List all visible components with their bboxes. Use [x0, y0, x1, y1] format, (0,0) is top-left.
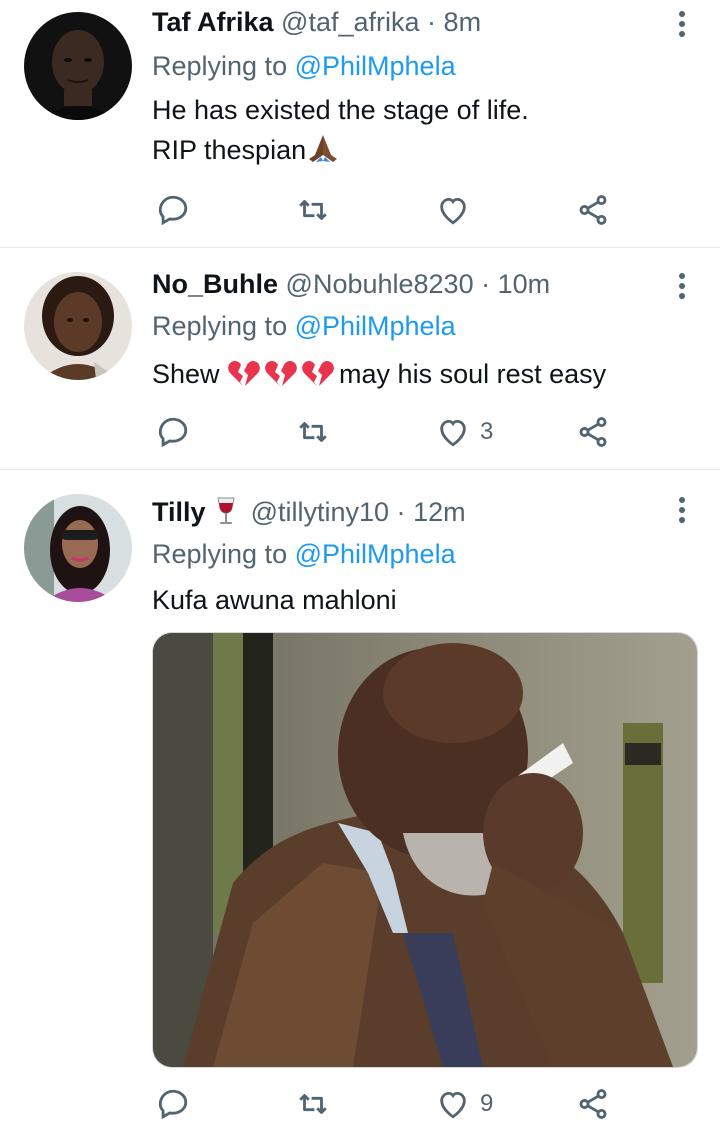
tweet-actions [152, 190, 622, 230]
reply-button[interactable] [156, 412, 190, 452]
reply-button[interactable] [156, 190, 190, 230]
replying-to: Replying to @PhilMphela [152, 50, 456, 82]
more-vertical-icon[interactable] [678, 10, 686, 38]
separator: · [481, 269, 491, 299]
tweet-text: Kufa awuna mahloni [152, 585, 397, 615]
share-button[interactable] [576, 190, 610, 230]
tweet-text: He has existed the stage of life. RIP th… [152, 90, 529, 170]
replying-prefix: Replying to [152, 539, 295, 569]
folded-hands-emoji [309, 135, 338, 162]
like-button[interactable]: 3 [436, 412, 493, 452]
tweet-text-line: RIP thespian [152, 130, 529, 170]
retweet-button[interactable] [296, 190, 330, 230]
retweet-button[interactable] [296, 1084, 330, 1124]
more-vertical-icon[interactable] [678, 272, 686, 300]
display-name[interactable]: Tilly [152, 497, 206, 527]
like-button[interactable] [436, 190, 480, 230]
like-icon [440, 419, 466, 447]
user-handle[interactable]: @tillytiny10 [251, 497, 389, 527]
replying-to: Replying to @PhilMphela [152, 538, 456, 570]
tweet-header: No_Buhle @Nobuhle8230 · 10m [152, 268, 550, 300]
separator: · [396, 497, 406, 527]
share-button[interactable] [576, 1084, 610, 1124]
reply-icon [158, 417, 188, 448]
reply-button[interactable] [156, 1084, 190, 1124]
replying-prefix: Replying to [152, 51, 295, 81]
tweet-header: Taf Afrika @taf_afrika · 8m [152, 6, 481, 38]
retweet-icon [299, 200, 327, 220]
replying-to-mention[interactable]: @PhilMphela [295, 311, 456, 341]
user-handle[interactable]: @taf_afrika [281, 7, 419, 37]
tweet-actions: 3 [152, 412, 622, 452]
tweet-text: Shew may his soul rest easy [152, 354, 606, 394]
separator: · [427, 7, 437, 37]
tweet-text-prefix: Shew [152, 359, 228, 389]
share-button[interactable] [576, 412, 610, 452]
tweet-1[interactable]: Taf Afrika @taf_afrika · 8m Replying to … [0, 0, 720, 248]
display-name[interactable]: Taf Afrika [152, 7, 274, 37]
replying-to: Replying to @PhilMphela [152, 310, 456, 342]
reply-icon [158, 195, 188, 226]
display-name[interactable]: No_Buhle [152, 269, 278, 299]
user-handle[interactable]: @Nobuhle8230 [286, 269, 474, 299]
tweet-2[interactable]: No_Buhle @Nobuhle8230 · 10m Replying to … [0, 248, 720, 470]
photo-man-wiping-tears[interactable] [152, 632, 698, 1068]
broken-heart-emoji [228, 361, 334, 386]
avatar[interactable] [24, 272, 132, 380]
share-icon [579, 417, 607, 447]
replying-to-mention[interactable]: @PhilMphela [295, 51, 456, 81]
tweet-text-line: He has existed the stage of life. [152, 95, 529, 125]
wine-glass-emoji [217, 497, 235, 524]
retweet-button[interactable] [296, 412, 330, 452]
like-count: 9 [480, 1090, 494, 1117]
timestamp[interactable]: 10m [498, 269, 551, 299]
timestamp[interactable]: 12m [413, 497, 466, 527]
more-vertical-icon[interactable] [678, 496, 686, 524]
replying-prefix: Replying to [152, 311, 295, 341]
tweet-text-suffix: may his soul rest easy [339, 359, 607, 389]
tweet-header: Tilly @tillytiny10 · 12m [152, 496, 466, 528]
replying-to-mention[interactable]: @PhilMphela [295, 539, 456, 569]
avatar[interactable] [24, 12, 132, 120]
tweet-actions: 9 [152, 1084, 622, 1124]
like-icon [440, 197, 466, 225]
like-button[interactable]: 9 [436, 1084, 493, 1124]
share-icon [579, 195, 607, 225]
retweet-icon [299, 422, 327, 442]
avatar[interactable] [24, 494, 132, 602]
like-count: 3 [480, 418, 494, 445]
timestamp[interactable]: 8m [444, 7, 482, 37]
